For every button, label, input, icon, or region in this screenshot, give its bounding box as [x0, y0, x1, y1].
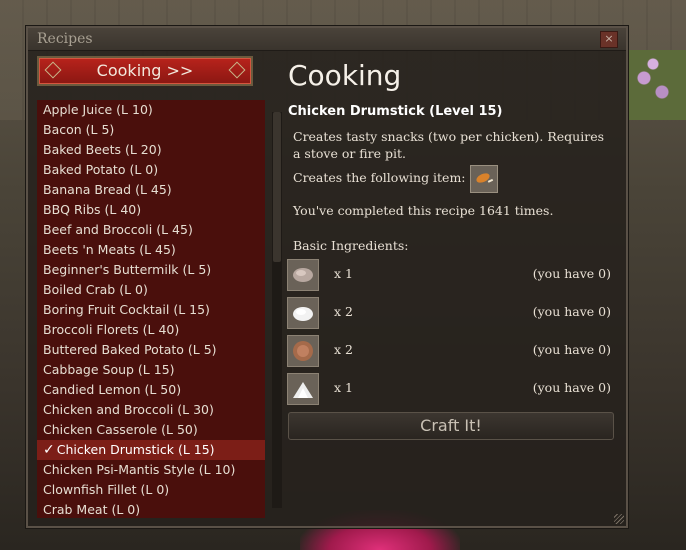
recipe-item[interactable]: Crab Meat (L 0): [37, 500, 265, 518]
category-selector-button[interactable]: Cooking >>: [37, 56, 253, 86]
recipe-item[interactable]: BBQ Ribs (L 40): [37, 200, 265, 220]
recipe-item[interactable]: Candied Lemon (L 50): [37, 380, 265, 400]
ingredient-quantity: x 1: [334, 380, 353, 395]
ingredient-owned: (you have 0): [532, 342, 611, 357]
recipe-item[interactable]: Bacon (L 5): [37, 120, 265, 140]
recipe-item[interactable]: Buttered Baked Potato (L 5): [37, 340, 265, 360]
ingredient-owned: (you have 0): [532, 304, 611, 319]
recipe-item-selected[interactable]: ✓ Chicken Drumstick (L 15): [37, 440, 265, 460]
recipe-list: Apple Juice (L 10) Bacon (L 5) Baked Bee…: [37, 100, 265, 518]
recipe-item[interactable]: Beginner's Buttermilk (L 5): [37, 260, 265, 280]
recipe-item[interactable]: Chicken and Broccoli (L 30): [37, 400, 265, 420]
recipe-item[interactable]: Chicken Psi-Mantis Style (L 10): [37, 460, 265, 480]
recipe-item[interactable]: Cabbage Soup (L 15): [37, 360, 265, 380]
window-titlebar[interactable]: Recipes ×: [28, 28, 626, 51]
ingredient-owned: (you have 0): [532, 266, 611, 281]
recipe-item[interactable]: Beef and Broccoli (L 45): [37, 220, 265, 240]
category-heading: Cooking: [288, 59, 402, 92]
recipe-description: Creates tasty snacks (two per chicken). …: [293, 129, 605, 161]
ingredients-label: Basic Ingredients:: [293, 238, 409, 253]
ingredient-owned: (you have 0): [532, 380, 611, 395]
recipe-item[interactable]: Beets 'n Meats (L 45): [37, 240, 265, 260]
ingredient-quantity: x 2: [334, 304, 353, 319]
close-button[interactable]: ×: [600, 31, 618, 48]
ornament-right-icon: [228, 61, 246, 79]
window-title: Recipes: [37, 31, 93, 47]
craft-button[interactable]: Craft It!: [288, 412, 614, 440]
recipes-window: Recipes × Cooking >> Apple Juice (L 10) …: [26, 26, 628, 528]
close-icon: ×: [604, 32, 614, 45]
recipe-item[interactable]: Chicken Casserole (L 50): [37, 420, 265, 440]
ingredient-row: x 1 (you have 0): [287, 373, 611, 405]
recipe-title: Chicken Drumstick (Level 15): [288, 104, 503, 119]
resize-handle[interactable]: [614, 514, 624, 524]
salt-icon[interactable]: [287, 297, 319, 329]
creates-label: Creates the following item:: [293, 170, 466, 185]
ornament-left-icon: [44, 61, 62, 79]
recipe-list-scrollbar[interactable]: [272, 112, 282, 508]
recipe-item[interactable]: Broccoli Florets (L 40): [37, 320, 265, 340]
drumstick-icon: [476, 173, 494, 183]
completion-count: You've completed this recipe 1641 times.: [293, 203, 554, 218]
ingredient-row: x 1 (you have 0): [287, 259, 611, 291]
ingredient-quantity: x 1: [334, 266, 353, 281]
spice-icon[interactable]: [287, 335, 319, 367]
checkmark-icon: ✓: [43, 442, 55, 458]
recipe-item[interactable]: Apple Juice (L 10): [37, 100, 265, 120]
recipe-item[interactable]: Baked Potato (L 0): [37, 160, 265, 180]
recipe-item[interactable]: Banana Bread (L 45): [37, 180, 265, 200]
recipe-item[interactable]: Clownfish Fillet (L 0): [37, 480, 265, 500]
flour-icon[interactable]: [287, 373, 319, 405]
meat-icon[interactable]: [287, 259, 319, 291]
recipe-item[interactable]: Baked Beets (L 20): [37, 140, 265, 160]
recipe-item[interactable]: Boring Fruit Cocktail (L 15): [37, 300, 265, 320]
ingredient-row: x 2 (you have 0): [287, 297, 611, 329]
recipe-item[interactable]: Boiled Crab (L 0): [37, 280, 265, 300]
result-item-slot[interactable]: [470, 165, 498, 193]
category-label: Cooking >>: [96, 61, 194, 80]
background-flowers: [626, 50, 686, 120]
ingredient-quantity: x 2: [334, 342, 353, 357]
ingredient-row: x 2 (you have 0): [287, 335, 611, 367]
scrollbar-thumb[interactable]: [273, 112, 281, 262]
